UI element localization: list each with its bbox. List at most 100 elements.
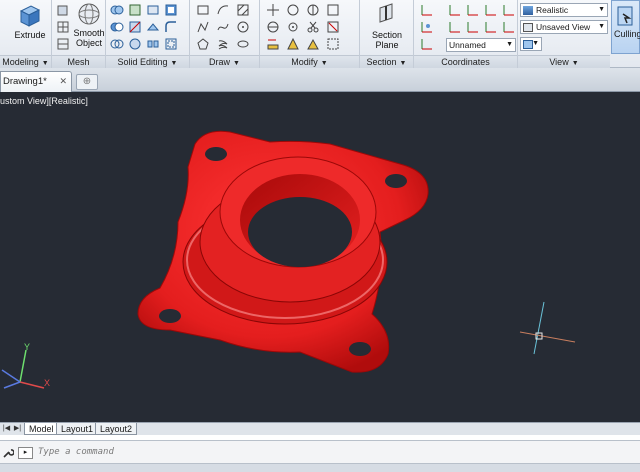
explode-icon[interactable]	[326, 37, 340, 51]
interfere-icon[interactable]	[128, 37, 142, 51]
circle-icon[interactable]	[236, 20, 250, 34]
ucs-face-icon[interactable]	[448, 3, 462, 17]
first-tab-icon[interactable]: |◀	[2, 424, 11, 434]
center-bore-opening	[248, 197, 352, 267]
smooth-sphere-icon	[78, 3, 100, 25]
document-tab-drawing1[interactable]: Drawing1* ✕	[0, 71, 72, 92]
tab-model[interactable]: Model	[24, 423, 59, 435]
ucs-object-icon[interactable]	[466, 3, 480, 17]
wrench-icon[interactable]	[2, 447, 14, 459]
move-icon[interactable]	[266, 3, 280, 17]
smooth-object-button[interactable]: Smooth Object	[71, 2, 107, 48]
mesh-crease-icon[interactable]	[56, 37, 70, 51]
mesh-refine-icon[interactable]	[56, 20, 70, 34]
polyline-icon[interactable]	[196, 20, 210, 34]
crosshair-cursor	[519, 301, 576, 355]
rotate-3d-icon[interactable]	[266, 20, 280, 34]
solid-history-icon[interactable]	[128, 3, 142, 17]
intersect-icon[interactable]	[110, 37, 124, 51]
chevron-down-icon: ▼	[320, 60, 328, 67]
chevron-down-icon: ▼	[598, 23, 605, 30]
x-axis-label: X	[44, 378, 50, 388]
ucs-axis-icon: Y X	[1, 342, 50, 389]
command-line: ▸ Type a command	[0, 440, 640, 464]
panel-title-draw[interactable]: Draw ▼	[190, 55, 259, 68]
ucs-origin-icon[interactable]	[420, 37, 434, 51]
bolt-hole-bottom-left[interactable]	[159, 309, 181, 323]
stretch-icon[interactable]	[306, 37, 320, 51]
ucs-x-icon[interactable]	[466, 20, 480, 34]
culling-label: Culling	[614, 29, 640, 39]
panel-title-coordinates[interactable]: Coordinates	[414, 55, 517, 68]
extract-edges-icon[interactable]	[146, 3, 160, 17]
document-tab-label: Drawing1*	[3, 76, 47, 87]
subtract-icon[interactable]	[110, 20, 124, 34]
named-view-dropdown[interactable]: Unsaved View ▼	[520, 20, 608, 34]
chevron-down-icon: ▼	[532, 40, 539, 47]
scale-icon[interactable]	[326, 3, 340, 17]
extrude-faces-icon[interactable]	[146, 20, 160, 34]
panel-draw: Draw ▼	[190, 0, 260, 68]
mesh-box-icon[interactable]	[56, 3, 70, 17]
section-plane-icon	[379, 3, 393, 23]
document-tab-bar: Drawing1* ✕ ⊕	[0, 68, 640, 92]
section-plane-button[interactable]: Section Plane	[366, 2, 408, 50]
ucs-icon[interactable]	[420, 3, 434, 17]
union-icon[interactable]	[110, 3, 124, 17]
fillet-edge-icon[interactable]	[164, 20, 178, 34]
ucs-y-icon[interactable]	[484, 20, 498, 34]
bolt-hole-top-left[interactable]	[205, 147, 227, 161]
align-icon[interactable]	[266, 37, 280, 51]
separate-icon[interactable]	[146, 37, 160, 51]
panel-view: Realistic ▼ Unsaved View ▼ ▼ View ▼	[518, 0, 610, 68]
command-input[interactable]: Type a command	[38, 443, 640, 462]
bolt-hole-bottom-right[interactable]	[349, 342, 371, 356]
tab-layout1[interactable]: Layout1	[56, 423, 99, 435]
hatch-icon[interactable]	[236, 3, 250, 17]
shell-icon[interactable]	[164, 3, 178, 17]
panel-title-solid-editing[interactable]: Solid Editing ▼	[106, 55, 189, 68]
copy-icon[interactable]	[306, 3, 320, 17]
rectangle-icon[interactable]	[196, 3, 210, 17]
arc-icon[interactable]	[216, 3, 230, 17]
slice-icon[interactable]	[128, 20, 142, 34]
ucs-world-icon[interactable]	[420, 20, 434, 34]
culling-button[interactable]: Culling	[611, 0, 640, 54]
array-icon[interactable]	[286, 20, 300, 34]
drawing-viewport[interactable]: Y X ustom View][Realistic]	[0, 92, 640, 422]
spline-icon[interactable]	[216, 20, 230, 34]
viewport-label[interactable]: ustom View][Realistic]	[0, 96, 88, 106]
command-prompt-icon[interactable]: ▸	[18, 447, 33, 459]
viewport-config-dropdown[interactable]: ▼	[520, 37, 542, 51]
erase-icon[interactable]	[326, 20, 340, 34]
ellipse-icon[interactable]	[236, 37, 250, 51]
tab-layout2[interactable]: Layout2	[95, 423, 138, 435]
helix-icon[interactable]	[216, 37, 230, 51]
trim-icon[interactable]	[306, 20, 320, 34]
ucs-dropdown[interactable]: Unnamed ▼	[446, 38, 516, 52]
polygon-icon[interactable]	[196, 37, 210, 51]
panel-section: Section Plane Section ▼	[360, 0, 414, 68]
panel-solid-editing: Solid Editing ▼	[106, 0, 190, 68]
panel-title-modeling[interactable]: Modeling ▼	[0, 55, 51, 68]
close-icon[interactable]: ✕	[59, 72, 67, 91]
panel-title-modify[interactable]: Modify ▼	[260, 55, 359, 68]
ucs-zaxis-icon[interactable]	[502, 3, 516, 17]
ucs-z-icon[interactable]	[502, 20, 516, 34]
extrude-button[interactable]: Extrude	[12, 2, 48, 40]
previous-tab-icon[interactable]: ▶|	[13, 424, 22, 434]
ucs-3point-icon[interactable]	[448, 20, 462, 34]
mirror-icon[interactable]	[286, 3, 300, 17]
panel-title-view[interactable]: View ▼	[518, 55, 610, 68]
panel-title-section[interactable]: Section ▼	[360, 55, 413, 68]
new-drawing-tab-button[interactable]: ⊕	[76, 74, 98, 90]
smooth-object-label: Smooth Object	[73, 28, 105, 48]
chevron-down-icon: ▼	[170, 60, 178, 67]
3d-mirror-icon[interactable]	[286, 37, 300, 51]
bolt-hole-top-right[interactable]	[385, 174, 407, 188]
offset-edge-icon[interactable]	[164, 37, 178, 51]
panel-title-mesh[interactable]: Mesh	[52, 55, 105, 68]
named-view-value: Unsaved View	[536, 22, 591, 32]
ucs-view-icon[interactable]	[484, 3, 498, 17]
visual-style-dropdown[interactable]: Realistic ▼	[520, 3, 608, 17]
